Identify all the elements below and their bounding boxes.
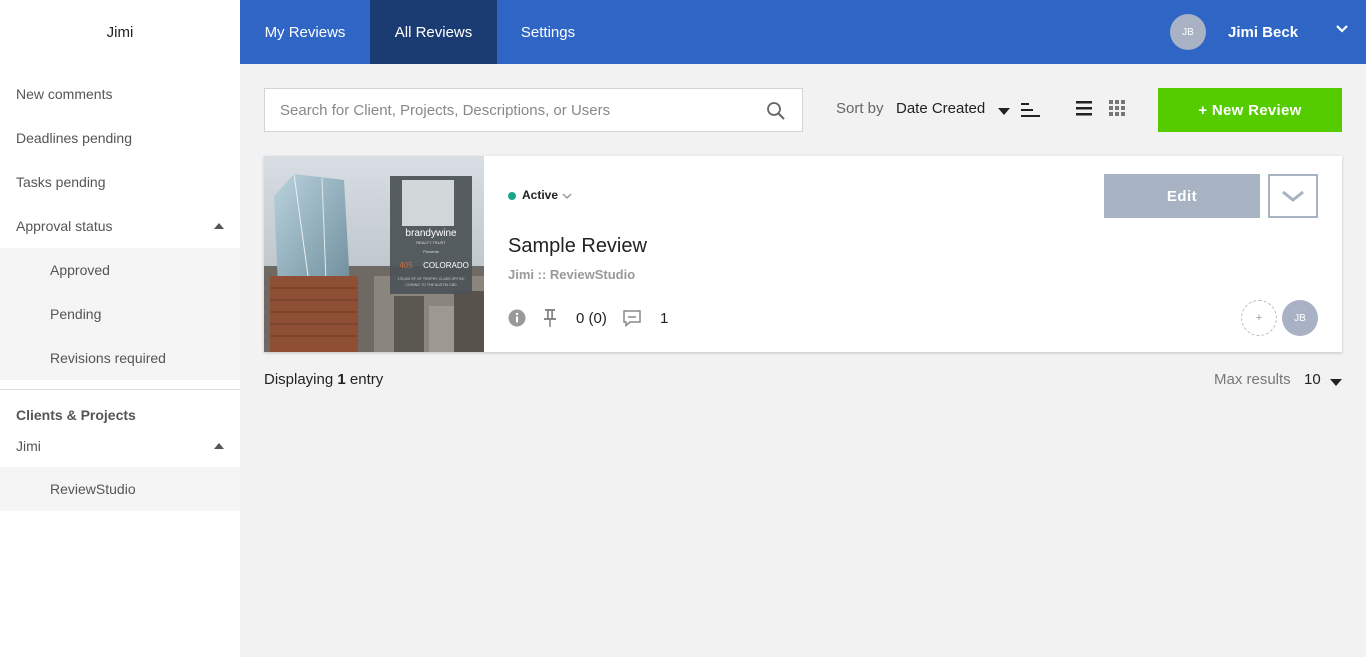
thumbnail-location-prefix: 405 <box>399 261 413 270</box>
member-avatar[interactable]: JB <box>1282 300 1318 336</box>
more-options-button[interactable] <box>1268 174 1318 218</box>
tab-settings[interactable]: Settings <box>497 0 599 64</box>
review-subtitle: Jimi :: ReviewStudio <box>508 267 636 282</box>
search-box <box>264 88 803 132</box>
comment-icon[interactable] <box>622 309 642 327</box>
sort-dropdown[interactable]: Date Created <box>896 100 985 117</box>
sidebar-item-deadlines-pending[interactable]: Deadlines pending <box>0 116 240 160</box>
thumbnail-presents: Presents <box>423 249 439 254</box>
sidebar-item-label: Approval status <box>16 218 113 234</box>
tab-my-reviews[interactable]: My Reviews <box>240 0 370 64</box>
displaying-prefix: Displaying <box>264 371 334 388</box>
sort-label: Sort by <box>836 100 884 117</box>
thumbnail-tagline-2: COMING TO THE AUSTIN CBD <box>405 283 457 287</box>
chevron-down-icon[interactable] <box>562 191 572 201</box>
new-review-button[interactable]: + New Review <box>1158 88 1342 132</box>
sidebar-item-approved[interactable]: Approved <box>0 248 240 292</box>
sidebar-item-new-comments[interactable]: New comments <box>0 72 240 116</box>
sidebar-item-pending[interactable]: Pending <box>0 292 240 336</box>
max-results-dropdown[interactable]: 10 <box>1304 371 1321 388</box>
max-results-caret-icon[interactable] <box>1330 379 1342 386</box>
collapse-caret-icon[interactable] <box>214 223 224 229</box>
pin-count: 0 (0) <box>576 310 607 327</box>
chevron-down-icon[interactable] <box>1335 22 1349 36</box>
user-name[interactable]: Jimi Beck <box>1228 0 1298 64</box>
sidebar: Jimi New comments Deadlines pending Task… <box>0 0 240 657</box>
sidebar-divider <box>0 389 240 390</box>
sidebar-item-label: Jimi <box>16 438 41 454</box>
displaying-suffix: entry <box>349 371 384 388</box>
thumbnail-location: COLORADO <box>423 261 469 270</box>
displaying-number: 1 <box>337 371 346 388</box>
sidebar-item-client[interactable]: Jimi <box>0 429 240 463</box>
chevron-down-icon <box>1282 190 1304 202</box>
thumbnail-brand-sub: REALTY TRUST <box>416 240 446 245</box>
comment-count: 1 <box>660 310 669 327</box>
pin-icon[interactable] <box>542 308 558 328</box>
search-icon[interactable] <box>766 101 786 121</box>
list-view-icon[interactable] <box>1076 100 1092 116</box>
search-input[interactable] <box>265 89 745 131</box>
sort-order-icon[interactable] <box>1021 102 1041 118</box>
max-results-label: Max results <box>1214 371 1291 388</box>
collapse-caret-icon[interactable] <box>214 443 224 449</box>
review-card[interactable]: brandywine REALTY TRUST Presents 405 COL… <box>264 156 1342 352</box>
user-avatar[interactable]: JB <box>1170 14 1206 50</box>
clients-projects-heading: Clients & Projects <box>16 407 136 423</box>
displaying-count: Displaying 1 entry <box>264 371 383 388</box>
sidebar-item-project[interactable]: ReviewStudio <box>0 467 240 511</box>
add-member-button[interactable]: + <box>1241 300 1277 336</box>
sidebar-item-tasks-pending[interactable]: Tasks pending <box>0 160 240 204</box>
edit-button[interactable]: Edit <box>1104 174 1260 218</box>
review-thumbnail[interactable]: brandywine REALTY TRUST Presents 405 COL… <box>264 156 484 352</box>
sidebar-item-approval-status[interactable]: Approval status <box>0 204 240 248</box>
sort-caret-icon[interactable] <box>998 108 1010 115</box>
top-nav-bar: My Reviews All Reviews Settings JB Jimi … <box>240 0 1366 64</box>
thumbnail-tagline-1: 175,000 SF OF TROPHY CLASS OFFICE <box>397 277 465 281</box>
sidebar-item-revisions-required[interactable]: Revisions required <box>0 336 240 380</box>
status-dot <box>508 192 516 200</box>
tab-all-reviews[interactable]: All Reviews <box>370 0 497 64</box>
thumbnail-brand: brandywine <box>405 228 457 239</box>
status-badge[interactable]: Active <box>522 188 558 202</box>
sidebar-brand[interactable]: Jimi <box>0 0 240 64</box>
review-title[interactable]: Sample Review <box>508 235 647 258</box>
grid-view-icon[interactable] <box>1109 100 1125 116</box>
info-icon[interactable] <box>508 309 526 327</box>
